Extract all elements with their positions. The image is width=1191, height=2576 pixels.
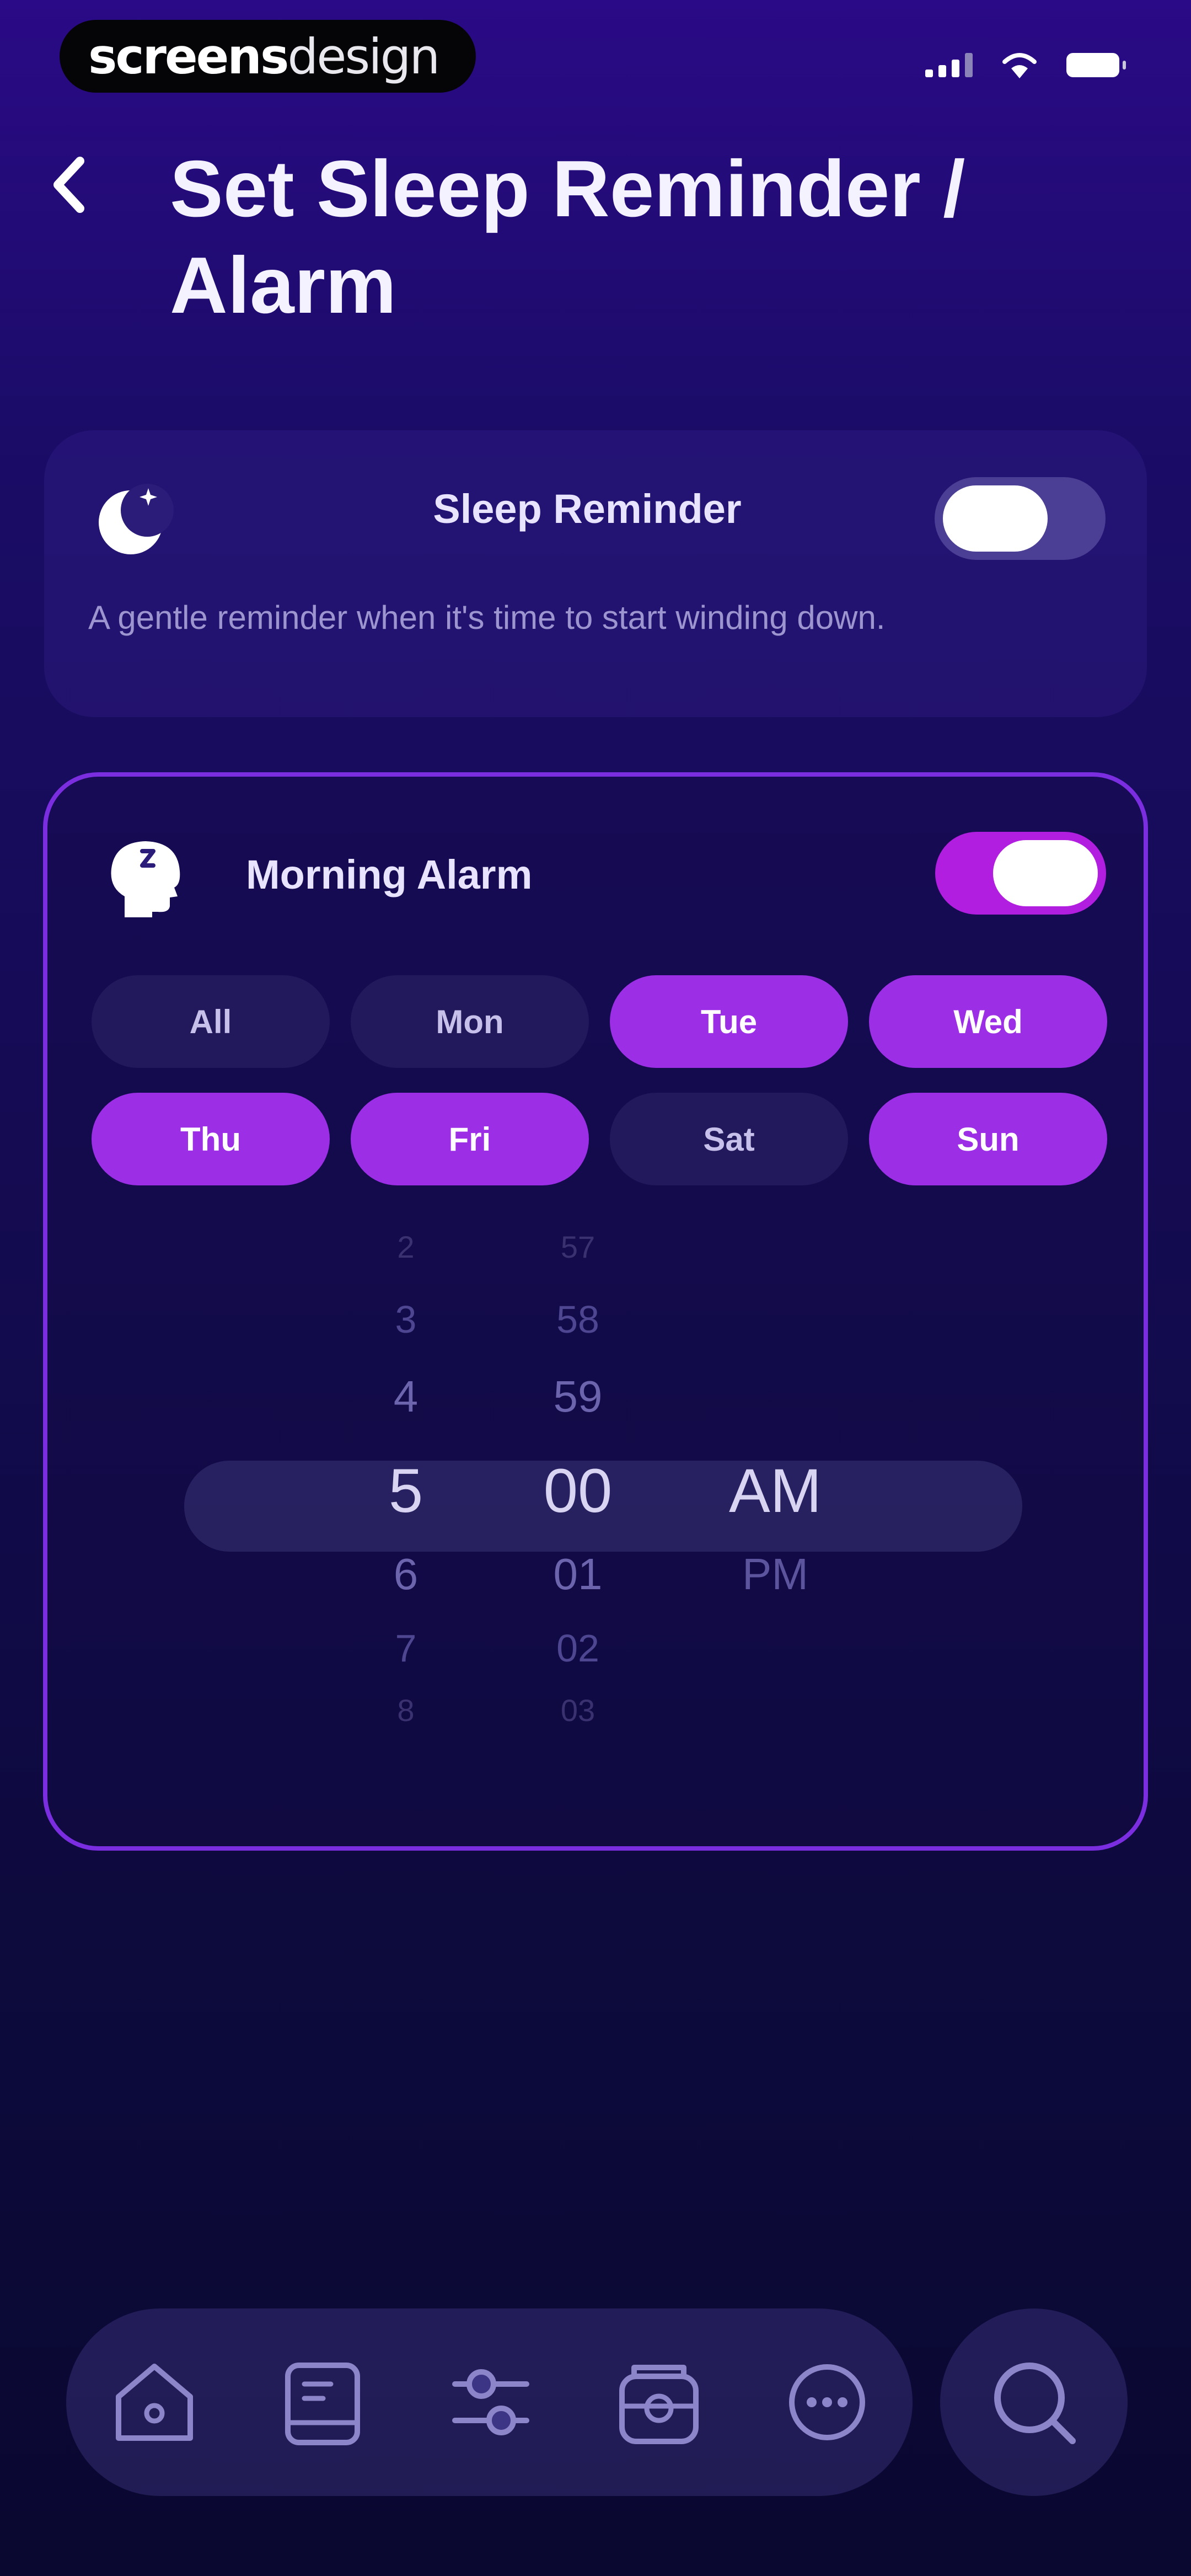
morning-alarm-card: Morning Alarm All Mon Tue Wed Thu Fri Sa… [43, 772, 1148, 1851]
alarm-clock-icon [619, 2365, 699, 2444]
hour-option-selected[interactable]: 5 [323, 1455, 489, 1526]
brand-logo: screens design [60, 20, 476, 93]
hour-wheel[interactable]: 2 3 4 5 6 7 8 [323, 1223, 489, 1775]
wifi-icon [1002, 53, 1037, 78]
day-chip-all[interactable]: All [92, 975, 330, 1068]
search-button[interactable] [940, 2308, 1128, 2496]
period-wheel[interactable]: AM PM [676, 1223, 875, 1775]
time-picker[interactable]: 2 3 4 5 6 7 8 57 58 59 00 01 02 03 AM PM [47, 1223, 1145, 1775]
minute-option[interactable]: 03 [495, 1692, 661, 1728]
day-chip-sat[interactable]: Sat [610, 1093, 848, 1185]
minute-option[interactable]: 02 [495, 1626, 661, 1670]
tab-home[interactable] [105, 2353, 204, 2452]
hour-option[interactable]: 7 [323, 1626, 489, 1670]
tab-journal[interactable] [273, 2353, 372, 2452]
sleep-reminder-toggle[interactable] [935, 477, 1106, 560]
minute-option[interactable]: 01 [495, 1549, 661, 1600]
day-chip-thu[interactable]: Thu [92, 1093, 330, 1185]
sleep-reminder-card: Sleep Reminder A gentle reminder when it… [44, 430, 1147, 717]
minute-option[interactable]: 57 [495, 1229, 661, 1265]
minute-option[interactable]: 58 [495, 1297, 661, 1342]
hour-option[interactable]: 3 [323, 1297, 489, 1342]
day-chip-sun[interactable]: Sun [869, 1093, 1107, 1185]
brand-logo-light: design [287, 28, 440, 85]
morning-alarm-title: Morning Alarm [246, 852, 533, 897]
more-icon [789, 2364, 865, 2440]
minute-wheel[interactable]: 57 58 59 00 01 02 03 [495, 1223, 661, 1775]
toggle-knob [943, 485, 1048, 552]
sleep-reminder-description: A gentle reminder when it's time to star… [88, 599, 886, 636]
sleeping-head-icon [111, 841, 180, 917]
page-title: Set Sleep Reminder / Alarm [170, 144, 965, 330]
tab-bar [66, 2308, 913, 2496]
journal-icon [285, 2363, 360, 2445]
toggle-knob [993, 840, 1098, 906]
sliders-icon [452, 2369, 529, 2435]
battery-icon [1066, 53, 1126, 77]
chevron-left-icon [53, 157, 84, 213]
back-button[interactable] [39, 149, 99, 221]
morning-alarm-toggle[interactable] [935, 832, 1106, 915]
day-chip-fri[interactable]: Fri [351, 1093, 589, 1185]
day-chip-tue[interactable]: Tue [610, 975, 848, 1068]
day-chip-mon[interactable]: Mon [351, 975, 589, 1068]
tab-adjust[interactable] [441, 2353, 540, 2452]
hour-option[interactable]: 8 [323, 1692, 489, 1728]
minute-option[interactable]: 59 [495, 1371, 661, 1422]
status-bar: screens design [0, 0, 1191, 121]
home-icon [116, 2364, 193, 2441]
brand-logo-bold: screens [88, 28, 289, 85]
hour-option[interactable]: 2 [323, 1229, 489, 1265]
minute-option-selected[interactable]: 00 [495, 1455, 661, 1526]
period-option-selected[interactable]: AM [676, 1455, 875, 1526]
signal-icon [925, 53, 973, 77]
search-icon [994, 2363, 1076, 2444]
tab-more[interactable] [777, 2353, 877, 2452]
status-icons [925, 51, 1126, 79]
hour-option[interactable]: 6 [323, 1549, 489, 1600]
day-chip-wed[interactable]: Wed [869, 975, 1107, 1068]
tab-alarm[interactable] [609, 2353, 709, 2452]
day-selector: All Mon Tue Wed Thu Fri Sat Sun [92, 975, 1108, 1185]
hour-option[interactable]: 4 [323, 1371, 489, 1422]
period-option[interactable]: PM [676, 1549, 875, 1600]
